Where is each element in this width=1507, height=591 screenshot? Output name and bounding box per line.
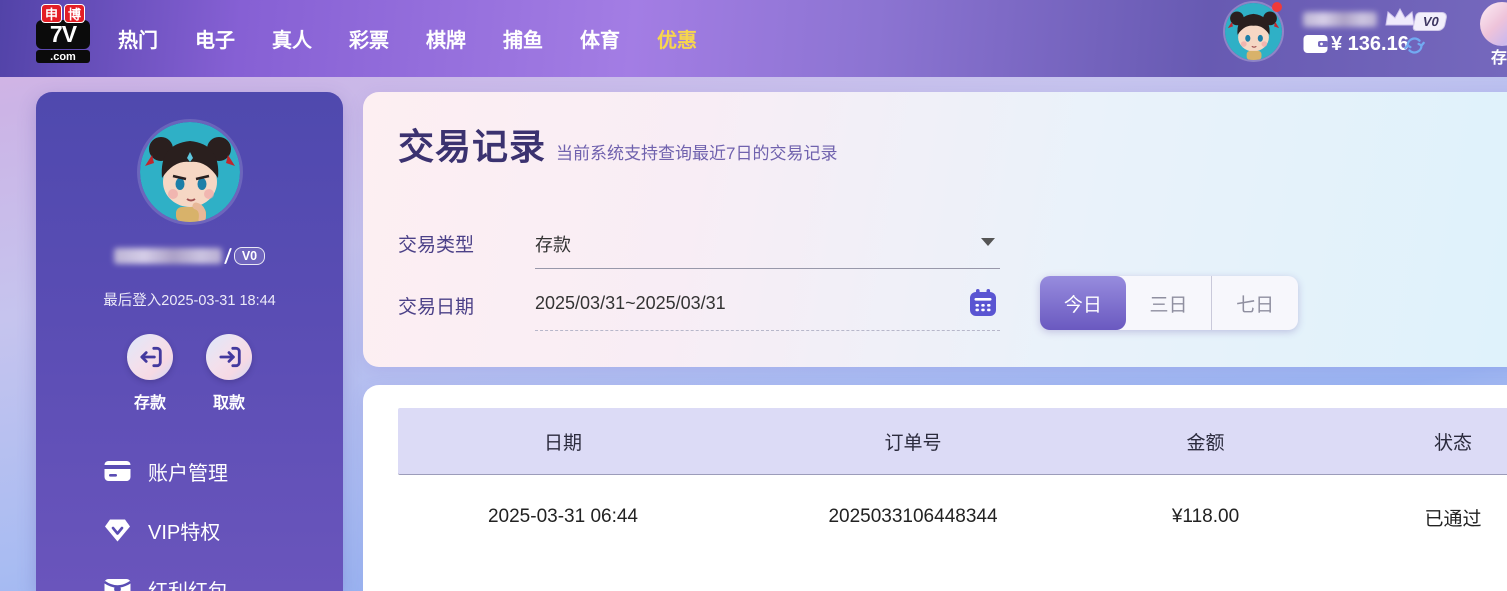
sidebar-blurred-username	[113, 248, 222, 264]
nav-item-promo[interactable]: 优惠	[657, 24, 697, 53]
floating-service-icon[interactable]	[1480, 2, 1507, 46]
sidebar-item-redpacket[interactable]: 红利红包	[104, 570, 228, 591]
deposit-label: 存款	[133, 395, 166, 412]
nav-item-slots[interactable]: 电子	[195, 24, 235, 53]
sidebar-menu: 账户管理 VIP特权 红利红包	[104, 452, 228, 591]
nav-item-lottery[interactable]: 彩票	[349, 24, 389, 53]
refresh-balance-icon[interactable]	[1404, 35, 1425, 56]
withdraw-button[interactable]: 取款	[206, 334, 252, 413]
topbar-blurred-username	[1303, 12, 1377, 27]
red-packet-icon	[104, 578, 131, 591]
withdraw-icon	[206, 334, 252, 380]
sidebar-item-account[interactable]: 账户管理	[104, 452, 228, 490]
sidebar-item-label: 红利红包	[148, 575, 228, 591]
avatar-image	[1225, 3, 1282, 60]
nav-item-sports[interactable]: 体育	[580, 24, 620, 53]
sidebar-level-badge: V0	[233, 247, 266, 265]
type-underline	[535, 268, 1000, 269]
deposit-icon	[127, 334, 173, 380]
transaction-table-panel: 日期 订单号 金额 状态 2025-03-31 06:44 2025033106…	[363, 385, 1507, 591]
transaction-filter-panel: 交易记录 当前系统支持查询最近7日的交易记录 交易类型 存款 交易日期 2025…	[363, 92, 1507, 367]
top-navbar: 申 博 7V .com 热门 电子 真人 彩票 棋牌 捕鱼 体育 优惠 V0 ¥…	[0, 0, 1507, 77]
floating-deposit-label[interactable]: 存	[1491, 44, 1507, 68]
header-status: 状态	[1433, 432, 1472, 454]
transaction-date-input[interactable]: 2025/03/31~2025/03/31	[535, 293, 726, 314]
transaction-type-select[interactable]: 存款	[535, 231, 571, 257]
sidebar-item-vip[interactable]: VIP特权	[104, 511, 228, 549]
gem-icon	[104, 518, 131, 543]
deposit-button[interactable]: 存款	[127, 334, 173, 413]
cell-amount: ¥118.00	[1171, 506, 1240, 527]
nav-item-cards[interactable]: 棋牌	[426, 24, 466, 53]
nav-item-fishing[interactable]: 捕鱼	[503, 24, 543, 53]
title-row: 交易记录 当前系统支持查询最近7日的交易记录	[398, 118, 837, 170]
sidebar-item-label: VIP特权	[148, 521, 221, 544]
date-range-buttons: 今日 三日 七日	[1040, 276, 1298, 330]
range-button-today[interactable]: 今日	[1040, 276, 1126, 330]
nav-item-hot[interactable]: 热门	[118, 24, 158, 53]
topbar-avatar[interactable]	[1225, 3, 1282, 60]
badge-slash	[223, 248, 232, 264]
calendar-icon[interactable]	[968, 288, 998, 318]
logo-badge-right: 博	[64, 4, 85, 23]
header-amount: 金额	[1186, 432, 1225, 454]
last-login-text: 最后登入2025-03-31 18:44	[103, 293, 276, 309]
site-logo[interactable]: 申 博 7V .com	[36, 4, 90, 63]
wallet-icon	[1303, 34, 1328, 54]
range-button-7days[interactable]: 七日	[1211, 276, 1298, 330]
sidebar: V0 最后登入2025-03-31 18:44 存款 取款 账户管理 VIP特权	[36, 92, 343, 591]
cell-status: 已通过	[1424, 508, 1482, 530]
card-icon	[104, 460, 131, 482]
transaction-type-label: 交易类型	[398, 235, 475, 256]
avatar-image	[140, 122, 240, 222]
range-button-3days[interactable]: 三日	[1126, 276, 1212, 330]
topbar-level-badge: V0	[1411, 12, 1448, 31]
main-nav: 热门 电子 真人 彩票 棋牌 捕鱼 体育 优惠	[118, 0, 697, 77]
cell-order: 2025033106448344	[828, 506, 998, 527]
table-row: 2025-03-31 06:44 2025033106448344 ¥118.0…	[398, 476, 1507, 558]
transaction-date-label: 交易日期	[398, 297, 475, 318]
logo-sub-text: .com	[36, 50, 90, 63]
sidebar-avatar[interactable]	[140, 122, 240, 222]
quick-actions: 存款 取款	[36, 334, 343, 413]
page-subtitle: 当前系统支持查询最近7日的交易记录	[556, 144, 838, 163]
notification-dot	[1272, 2, 1282, 12]
nav-item-live[interactable]: 真人	[272, 24, 312, 53]
sidebar-item-label: 账户管理	[148, 462, 228, 485]
date-underline	[535, 330, 1000, 331]
cell-date: 2025-03-31 06:44	[487, 506, 638, 527]
table-header: 日期 订单号 金额 状态	[398, 408, 1507, 475]
header-date: 日期	[543, 432, 582, 454]
header-order: 订单号	[884, 432, 942, 454]
chevron-down-icon[interactable]	[981, 238, 995, 246]
page-title: 交易记录	[398, 126, 547, 167]
withdraw-label: 取款	[212, 395, 245, 412]
logo-badge-left: 申	[41, 4, 62, 23]
balance-amount: ¥ 136.16	[1331, 33, 1409, 55]
sidebar-username-row: V0	[36, 247, 343, 265]
logo-main-text: 7V	[36, 20, 90, 49]
